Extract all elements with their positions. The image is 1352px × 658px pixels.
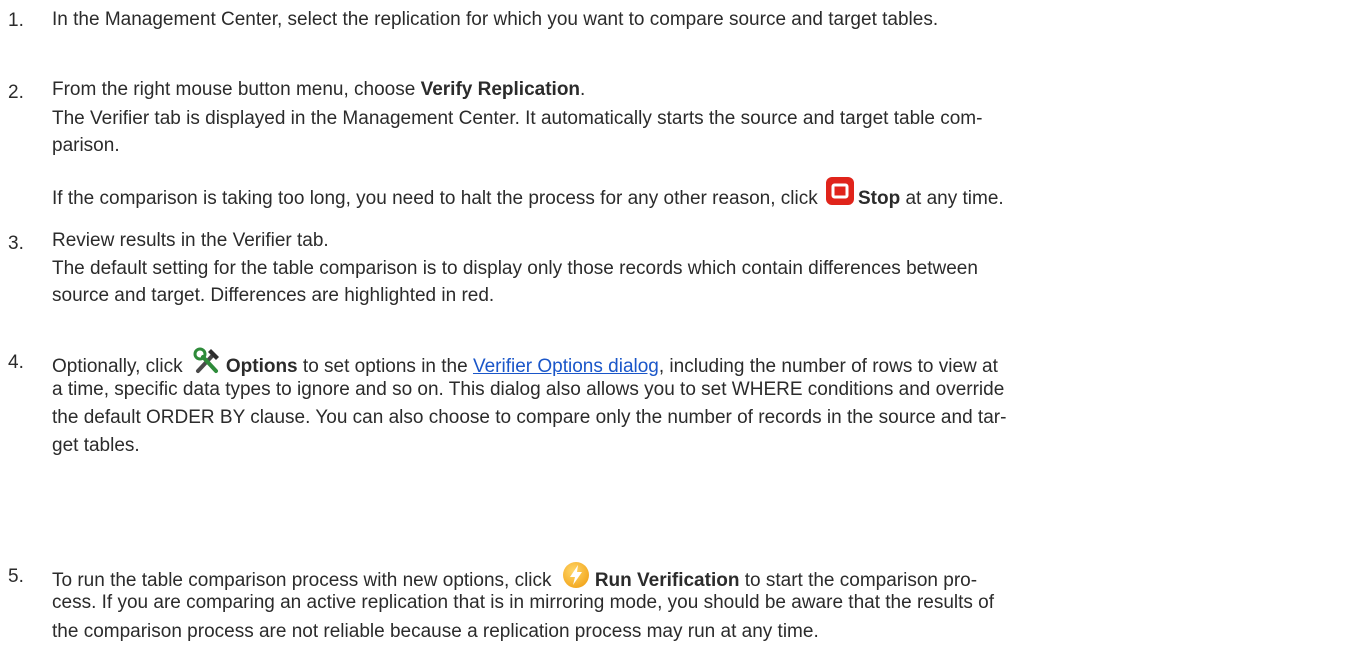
step-3-line-2: The default setting for the table compar… (52, 258, 978, 279)
step-2-text: From the right mouse button menu, choose (52, 79, 421, 100)
step-2-line-4: If the comparison is taking too long, yo… (52, 176, 1004, 211)
step-4-text: Optionally, click (52, 356, 188, 377)
step-number: 2. (8, 82, 24, 103)
step-4-text: to set options in the (297, 356, 473, 377)
step-number: 5. (8, 566, 24, 587)
tools-icon (193, 347, 219, 373)
step-number: 3. (8, 233, 24, 254)
step-5-line-1: To run the table comparison process with… (52, 560, 977, 593)
step-2-line-1: From the right mouse button menu, choose… (52, 78, 585, 102)
stop-icon (825, 177, 854, 205)
step-5-text: to start the comparison pro- (739, 570, 978, 591)
step-4-line-4: get tables. (52, 435, 140, 456)
step-3-line-1: Review results in the Verifier tab. (52, 230, 329, 251)
step-2-line-2: The Verifier tab is displayed in the Man… (52, 108, 983, 129)
step-5-text: To run the table comparison process with… (52, 570, 557, 591)
step-4-line-1: Optionally, click Options to set options… (52, 346, 998, 379)
step-3-line-3: source and target. Differences are highl… (52, 285, 495, 306)
stop-label: Stop (857, 188, 901, 209)
step-4-line-3: the default ORDER BY clause. You can als… (52, 407, 1007, 428)
step-5-line-2: cess. If you are comparing an active rep… (52, 592, 995, 613)
verifier-options-dialog-link[interactable]: Verifier Options dialog (473, 356, 659, 377)
step-2-text: at any time. (900, 188, 1004, 209)
step-4-text: , including the number of rows to view a… (658, 356, 998, 377)
step-2-text: . (580, 79, 586, 100)
step-4-line-2: a time, specific data types to ignore an… (52, 379, 1005, 400)
step-number: 4. (8, 352, 24, 373)
run-verification-icon (562, 562, 589, 588)
options-label: Options (225, 356, 298, 377)
verify-replication-label: Verify Replication (420, 79, 581, 100)
step-2-line-3: parison. (52, 135, 120, 156)
step-2-text: If the comparison is taking too long, yo… (52, 188, 823, 209)
step-5-line-3: the comparison process are not reliable … (52, 621, 819, 642)
step-number: 1. (8, 10, 24, 31)
run-verification-label: Run Verification (594, 570, 740, 591)
step-1-text: In the Management Center, select the rep… (52, 9, 939, 30)
